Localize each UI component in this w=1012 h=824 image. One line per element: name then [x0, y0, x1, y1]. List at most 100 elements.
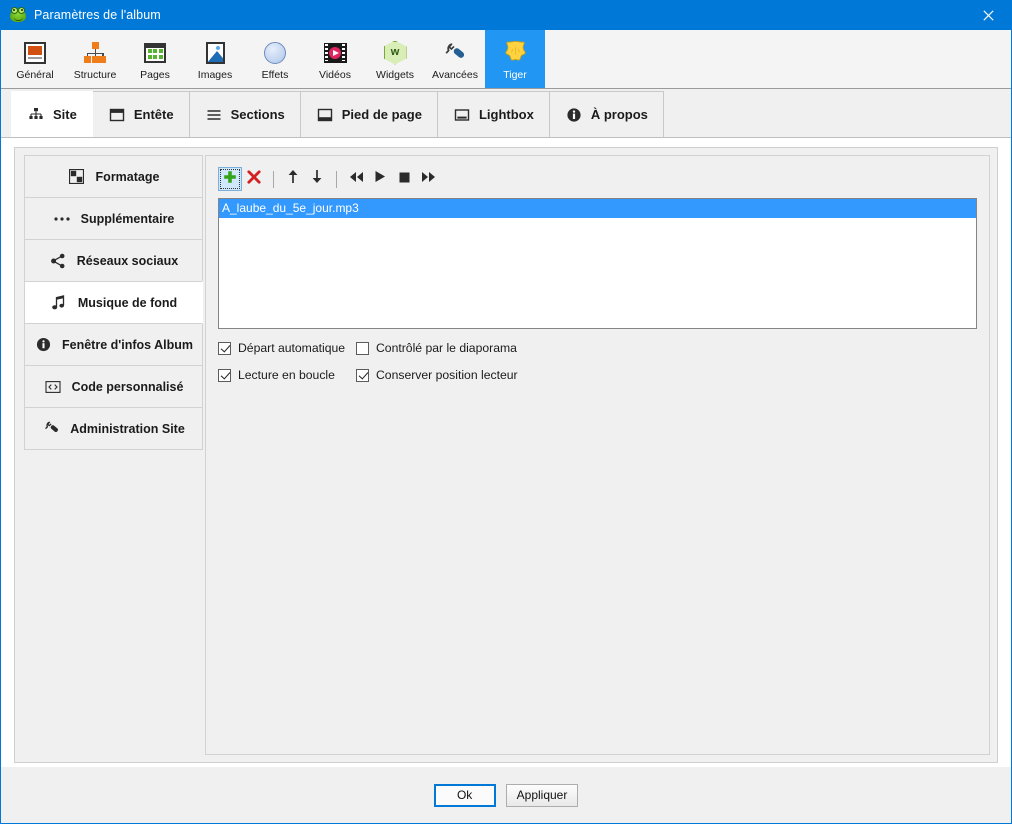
toolbar-item-effects[interactable]: Effets	[245, 30, 305, 88]
toolbar-item-label: Structure	[73, 68, 117, 81]
tab-label: À propos	[590, 107, 648, 122]
fast-forward-button[interactable]	[416, 167, 440, 191]
tab-content-area: Formatage Supplémentaire Réseaux sociaux…	[1, 138, 1011, 767]
sidebar-item-formatage[interactable]: Formatage	[24, 155, 203, 198]
checkbox-box[interactable]	[218, 368, 231, 382]
toolbar-item-label: Vidéos	[319, 68, 351, 81]
toolbar-item-widgets[interactable]: w Widgets	[365, 30, 425, 88]
toolbar-item-structure[interactable]: Structure	[65, 30, 125, 88]
effects-icon	[264, 40, 286, 66]
toolbar-item-images[interactable]: Images	[185, 30, 245, 88]
lightbox-icon	[453, 106, 471, 124]
close-icon[interactable]	[965, 0, 1011, 30]
move-down-button[interactable]	[305, 167, 329, 191]
toolbar-item-advanced[interactable]: Avancées	[425, 30, 485, 88]
images-icon	[205, 40, 225, 66]
tab-site[interactable]: Site	[11, 91, 93, 137]
toolbar-item-label: Widgets	[376, 68, 414, 81]
sidebar-item-supplementaire[interactable]: Supplémentaire	[24, 197, 203, 240]
pages-icon	[144, 40, 166, 66]
background-music-panel: A_laube_du_5e_jour.mp3 Départ automatiqu…	[205, 155, 990, 755]
tab-lightbox[interactable]: Lightbox	[436, 91, 550, 137]
general-icon	[24, 40, 46, 66]
toolbar-item-tiger[interactable]: Tiger	[485, 30, 545, 88]
stop-button[interactable]	[392, 167, 416, 191]
site-panel: Formatage Supplémentaire Réseaux sociaux…	[14, 147, 998, 763]
checkbox-lecture-en-boucle[interactable]: Lecture en boucle	[218, 368, 356, 382]
tab-label: Sections	[230, 107, 285, 122]
tab-entete[interactable]: Entête	[91, 91, 190, 137]
red-x-icon	[247, 169, 261, 189]
toolbar-item-label: Effets	[261, 68, 289, 81]
info-icon	[565, 106, 583, 124]
checkbox-label: Lecture en boucle	[238, 368, 335, 382]
wrench-icon	[443, 40, 467, 66]
album-settings-window: Paramètres de l'album Général Structure …	[0, 0, 1012, 824]
fast-forward-icon	[421, 170, 436, 188]
tab-pied-de-page[interactable]: Pied de page	[299, 91, 438, 137]
checkbox-label: Conserver position lecteur	[376, 368, 518, 382]
play-button[interactable]	[368, 167, 392, 191]
checkbox-box[interactable]	[356, 368, 369, 382]
music-toolbar	[218, 166, 977, 192]
rewind-button[interactable]	[344, 167, 368, 191]
wrench-icon	[42, 420, 60, 438]
sidebar-item-musique-de-fond[interactable]: Musique de fond	[24, 281, 203, 324]
toolbar-item-videos[interactable]: Vidéos	[305, 30, 365, 88]
stop-icon	[399, 170, 410, 188]
checkbox-label: Contrôlé par le diaporama	[376, 341, 517, 355]
footer-icon	[316, 106, 334, 124]
sidebar-item-label: Musique de fond	[77, 295, 178, 310]
checkbox-conserver-position-lecteur[interactable]: Conserver position lecteur	[356, 368, 638, 382]
checkbox-depart-automatique[interactable]: Départ automatique	[218, 341, 356, 355]
sidebar-item-code-personnalise[interactable]: Code personnalisé	[24, 365, 203, 408]
plus-icon	[223, 170, 237, 189]
tab-label: Site	[53, 107, 77, 122]
toolbar-separator	[273, 170, 274, 188]
share-icon	[49, 252, 67, 270]
arrow-up-icon	[286, 169, 300, 189]
section-tab-bar: Site Entête Sections Pied de page Lightb…	[1, 89, 1011, 138]
checkbox-box[interactable]	[356, 341, 369, 355]
play-icon	[374, 170, 386, 188]
header-icon	[108, 106, 126, 124]
music-track-list[interactable]: A_laube_du_5e_jour.mp3	[218, 198, 977, 329]
videos-icon	[323, 40, 347, 66]
music-options-group: Départ automatique Contrôlé par le diapo…	[218, 341, 638, 382]
site-sidebar: Formatage Supplémentaire Réseaux sociaux…	[15, 148, 205, 762]
toolbar-item-label: Pages	[140, 68, 170, 81]
dialog-footer: Ok Appliquer	[1, 767, 1011, 823]
checkbox-label: Départ automatique	[238, 341, 346, 355]
format-icon	[68, 168, 86, 186]
sitemap-icon	[27, 106, 45, 124]
checkbox-box[interactable]	[218, 341, 231, 355]
toolbar-item-general[interactable]: Général	[5, 30, 65, 88]
sidebar-item-label: Fenêtre d'infos Album	[62, 337, 193, 352]
sidebar-item-label: Supplémentaire	[80, 211, 175, 226]
delete-button[interactable]	[242, 167, 266, 191]
sidebar-item-reseaux-sociaux[interactable]: Réseaux sociaux	[24, 239, 203, 282]
code-icon	[44, 378, 62, 396]
tab-a-propos[interactable]: À propos	[548, 91, 664, 137]
tiger-icon	[503, 40, 528, 66]
apply-button[interactable]: Appliquer	[505, 783, 579, 807]
sidebar-item-administration-site[interactable]: Administration Site	[24, 407, 203, 450]
checkbox-controle-par-le-diaporama[interactable]: Contrôlé par le diaporama	[356, 341, 638, 355]
ellipsis-icon	[53, 210, 71, 228]
window-title: Paramètres de l'album	[34, 8, 161, 22]
toolbar-item-label: Tiger	[503, 68, 527, 81]
toolbar-item-label: Général	[16, 68, 54, 81]
tab-sections[interactable]: Sections	[188, 91, 301, 137]
move-up-button[interactable]	[281, 167, 305, 191]
toolbar-item-label: Images	[197, 68, 233, 81]
toolbar-item-pages[interactable]: Pages	[125, 30, 185, 88]
add-button[interactable]	[218, 167, 242, 191]
ok-button[interactable]: Ok	[433, 783, 496, 807]
tab-label: Entête	[133, 107, 174, 122]
sidebar-item-label: Formatage	[95, 169, 160, 184]
list-item[interactable]: A_laube_du_5e_jour.mp3	[219, 199, 976, 218]
sidebar-item-label: Code personnalisé	[71, 379, 184, 394]
arrow-down-icon	[310, 169, 324, 189]
tab-label: Pied de page	[341, 107, 422, 122]
sidebar-item-fenetre-infos-album[interactable]: Fenêtre d'infos Album	[24, 323, 203, 366]
